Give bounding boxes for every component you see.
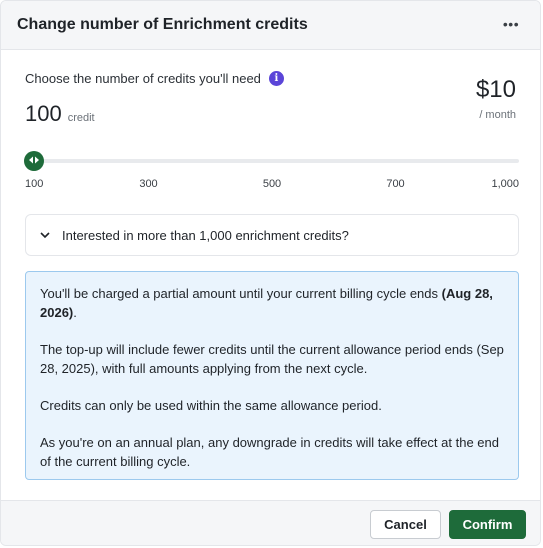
chevron-down-icon (40, 230, 50, 240)
billing-notice: You'll be charged a partial amount until… (25, 271, 519, 480)
credits-prompt-label: Choose the number of credits you'll need (25, 71, 261, 86)
dialog-title: Change number of Enrichment credits (17, 16, 308, 33)
credit-amount-value: 100 (25, 101, 62, 126)
slider-tick-label: 500 (262, 178, 282, 190)
notice-paragraph-1: You'll be charged a partial amount until… (40, 284, 504, 322)
slider-tick-label: 300 (139, 178, 158, 190)
slider-arrows-icon (29, 156, 39, 166)
confirm-button[interactable]: Confirm (449, 510, 526, 539)
notice-p1-text: You'll be charged a partial amount until… (40, 286, 442, 301)
slider-tick-label: 1,000 (491, 178, 519, 190)
slider-track[interactable] (25, 159, 519, 163)
credit-amount-unit: credit (67, 112, 95, 124)
info-icon[interactable]: i (268, 71, 284, 86)
notice-paragraph-4: As you're on an annual plan, any downgra… (40, 435, 499, 469)
notice-paragraph-2: The top-up will include fewer credits un… (40, 342, 504, 376)
notice-p1-end: . (73, 305, 77, 320)
notice-paragraph-3: Credits can only be used within the same… (40, 398, 382, 413)
slider-handle[interactable] (25, 152, 43, 170)
credits-slider[interactable] (25, 151, 519, 171)
dialog-header: Change number of Enrichment credits ••• (1, 1, 540, 50)
ellipsis-horizontal-icon[interactable]: ••• (500, 13, 522, 35)
change-credits-dialog: Change number of Enrichment credits ••• … (0, 0, 541, 546)
dialog-footer: Cancel Confirm (1, 500, 540, 545)
slider-tick-labels: 100 300 500 700 1,000 (25, 178, 519, 192)
credits-prompt: Choose the number of credits you'll need… (25, 71, 284, 86)
slider-tick-label: 100 (25, 178, 44, 190)
credit-amount: 100 credit (25, 101, 95, 127)
price-period: / month (479, 109, 516, 121)
slider-tick-label: 700 (386, 178, 405, 190)
expander-label: Interested in more than 1,000 enrichment… (62, 227, 349, 243)
enterprise-credits-expander[interactable]: Interested in more than 1,000 enrichment… (25, 214, 519, 256)
cancel-button[interactable]: Cancel (370, 510, 441, 539)
price-value: $10 (475, 76, 516, 103)
